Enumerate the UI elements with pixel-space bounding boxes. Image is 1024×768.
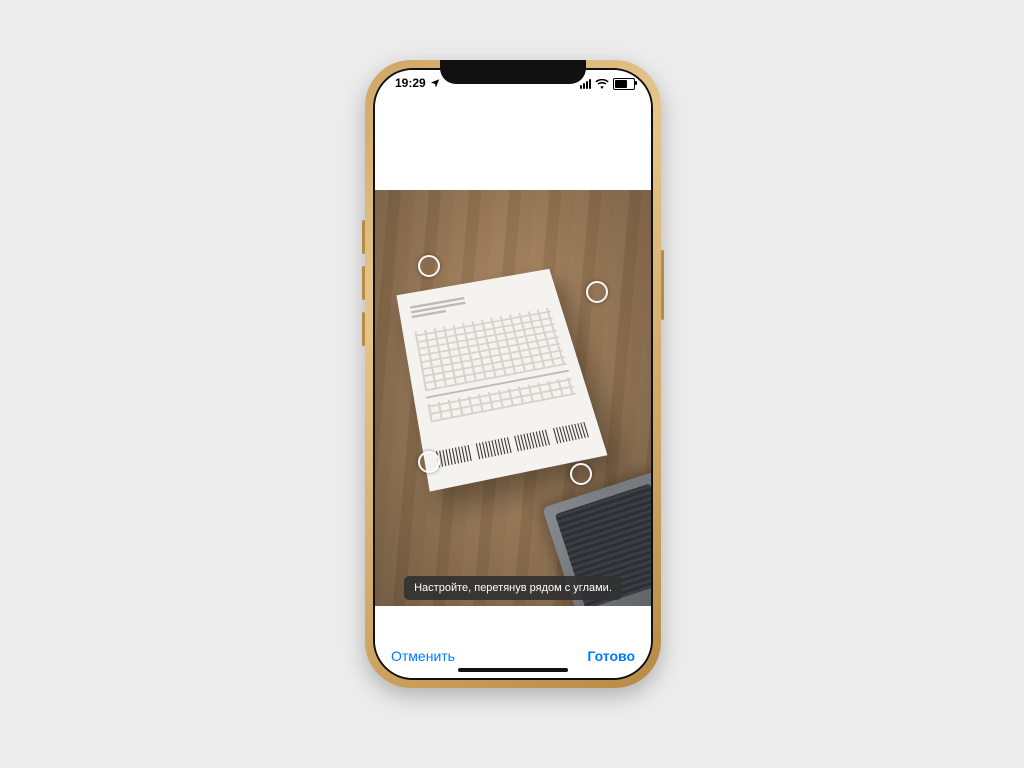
crop-instruction-text: Настройте, перетянув рядом с углами. (404, 576, 622, 600)
camera-preview[interactable]: Настройте, перетянув рядом с углами. (375, 190, 651, 606)
done-button[interactable]: Готово (587, 634, 635, 678)
wifi-icon (595, 79, 609, 89)
status-bar-time: 19:29 (395, 76, 426, 90)
crop-handle-bottom-right[interactable] (570, 463, 592, 485)
instruction-container: Настройте, перетянув рядом с углами. (375, 576, 651, 600)
cellular-signal-icon (580, 79, 591, 89)
phone-screen: 19:29 (373, 68, 653, 680)
crop-handle-top-right[interactable] (586, 281, 608, 303)
cancel-button[interactable]: Отменить (391, 634, 455, 678)
location-arrow-icon (430, 78, 440, 88)
status-bar-right (580, 78, 635, 90)
status-bar-left: 19:29 (395, 76, 440, 90)
bottom-toolbar: Отменить Готово (375, 606, 651, 678)
phone-frame: 19:29 (365, 60, 661, 688)
phone-notch (440, 60, 586, 84)
battery-icon (613, 78, 635, 90)
crop-handle-bottom-left[interactable] (418, 451, 440, 473)
battery-fill (615, 80, 627, 88)
document-scanner-app: Настройте, перетянув рядом с углами. Отм… (375, 70, 651, 678)
crop-handle-top-left[interactable] (418, 255, 440, 277)
home-indicator[interactable] (458, 668, 568, 672)
